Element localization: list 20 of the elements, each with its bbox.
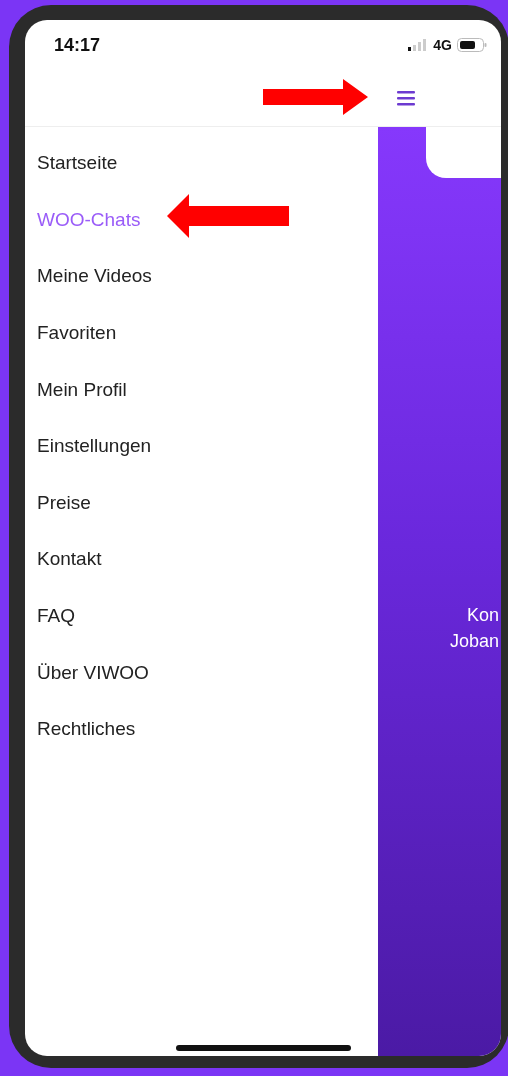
menu-item[interactable]: Mein Profil <box>25 361 378 418</box>
menu-item[interactable]: FAQ <box>25 587 378 645</box>
menu-item[interactable]: Über VIWOO <box>25 644 378 701</box>
menu-item[interactable]: Kontakt <box>25 531 378 588</box>
arrow-icon <box>263 79 368 115</box>
menu-icon <box>397 90 415 106</box>
arrow-icon <box>167 194 289 238</box>
signal-icon <box>408 39 429 51</box>
menu-item[interactable]: Rechtliches <box>25 700 378 758</box>
menu-item[interactable]: Preise <box>25 474 378 532</box>
menu-item[interactable]: Startseite <box>25 135 378 192</box>
menu-item[interactable]: Favoriten <box>25 304 378 362</box>
menu-item[interactable]: WOO-Chats <box>25 191 378 249</box>
menu-item[interactable]: Meine Videos <box>25 248 378 305</box>
battery-icon <box>457 38 487 52</box>
content-text: Kon <box>466 604 499 627</box>
menu-item[interactable]: Einstellungen <box>25 417 378 475</box>
content-text: Joban <box>449 630 499 653</box>
status-time: 14:17 <box>54 34 101 56</box>
network-label: 4G <box>433 37 452 53</box>
